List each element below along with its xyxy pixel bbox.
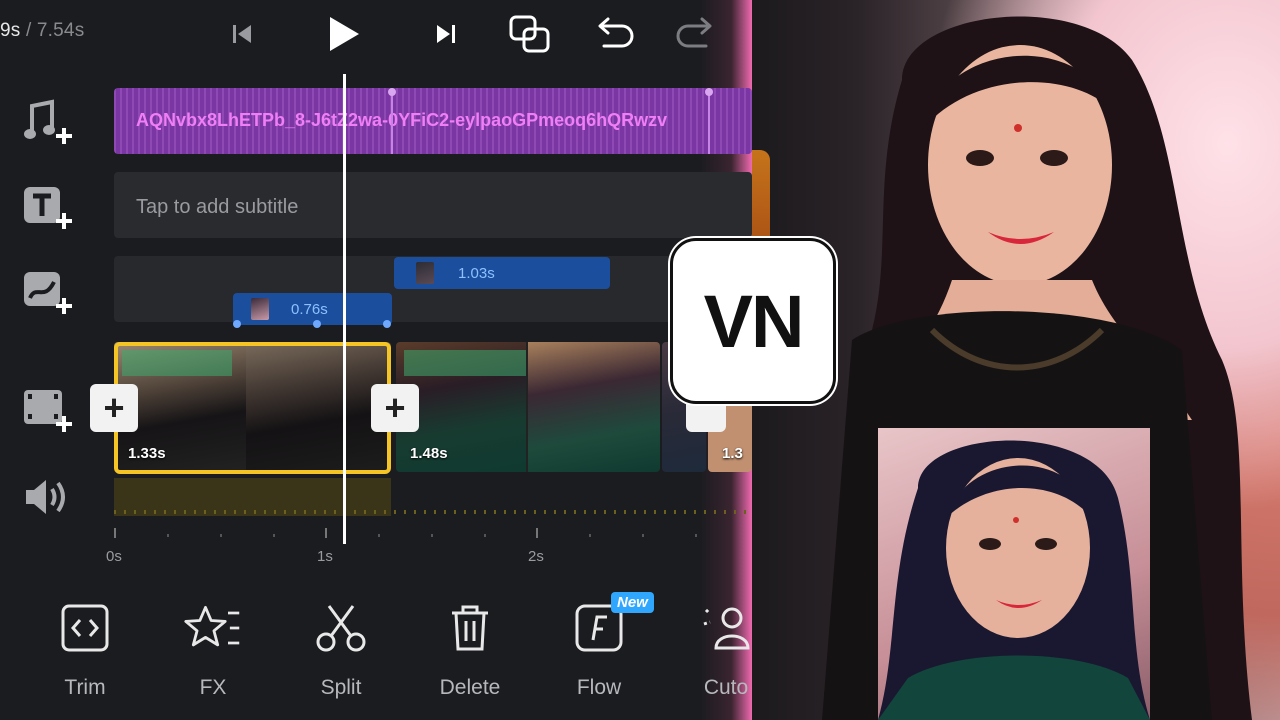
tool-label: Delete [439, 676, 501, 699]
add-text-button[interactable] [22, 183, 76, 233]
portrait-illustration [878, 440, 1150, 720]
skip-previous-icon [233, 25, 251, 43]
ruler-label: 1s [317, 548, 333, 565]
ruler-tick [220, 534, 222, 537]
audio-level-line [114, 510, 752, 514]
undo-button[interactable] [592, 12, 636, 56]
timeline-ruler[interactable] [114, 520, 752, 544]
transition-tag [404, 350, 526, 376]
overlay-clip[interactable]: 0.76s [233, 293, 392, 328]
overlay-add-icon [24, 272, 72, 314]
ruler-tick [642, 534, 644, 537]
tool-label: Flow [576, 676, 622, 699]
overlay-handle[interactable] [233, 320, 241, 328]
cutout-tool[interactable]: Cuto [676, 598, 752, 708]
subtitle-track[interactable]: Tap to add subtitle [114, 172, 752, 238]
editor-panel: 9s / 7.54s AQNvbx8LhETPb_8-J6tZ2wa-0YFiC… [0, 0, 752, 720]
playhead[interactable] [343, 74, 346, 544]
play-icon [330, 17, 359, 51]
scissors-icon [316, 605, 366, 652]
tool-label: Trim [64, 676, 106, 699]
cutout-icon [703, 606, 750, 650]
time-display: 9s / 7.54s [0, 20, 84, 42]
inset-photo [878, 428, 1150, 720]
top-toolbar: 9s / 7.54s [0, 0, 752, 70]
vn-app-logo: VN [670, 238, 836, 404]
ruler-tick [273, 534, 275, 537]
skip-next-button[interactable] [424, 12, 468, 56]
delete-tool[interactable]: Delete [420, 598, 520, 708]
total-time: / 7.54s [25, 20, 85, 41]
overlay-handle[interactable] [383, 320, 391, 328]
add-transition-button[interactable]: + [371, 384, 419, 432]
overlay-thumbnail [416, 262, 434, 284]
text-add-icon [24, 187, 72, 229]
ruler-tick [536, 528, 538, 538]
volume-button[interactable] [22, 474, 76, 524]
new-badge: New [611, 592, 654, 613]
overlay-thumbnail [251, 298, 269, 320]
ruler-label: 2s [528, 548, 544, 565]
undo-icon [598, 17, 634, 48]
tool-label: FX [199, 676, 227, 699]
music-clip-name: AQNvbx8LhETPb_8-J6tZ2wa-0YFiC2-eylpaoGPm… [136, 110, 668, 130]
music-beat-marker[interactable] [705, 88, 713, 154]
plus-icon: + [384, 387, 406, 428]
selected-clip-border [114, 342, 391, 474]
overlay-keyframe[interactable] [313, 320, 321, 328]
video-clip[interactable]: 1.48s [396, 342, 660, 472]
ruler-tick [695, 534, 697, 537]
ruler-tick [378, 534, 380, 537]
add-overlay-button[interactable] [22, 268, 76, 318]
tool-label: Cuto [703, 676, 749, 699]
tool-label: Split [320, 676, 362, 699]
flow-tool[interactable]: Flow [549, 598, 649, 708]
fx-star-icon [184, 605, 240, 647]
ruler-tick [589, 534, 591, 537]
add-transition-button[interactable]: + [90, 384, 138, 432]
subtitle-placeholder: Tap to add subtitle [136, 196, 299, 218]
compare-icon [509, 15, 550, 53]
ruler-tick [325, 528, 327, 538]
skip-previous-button[interactable] [220, 12, 264, 56]
ruler-label: 0s [106, 548, 122, 565]
music-beat-marker[interactable] [388, 88, 396, 154]
video-add-icon [24, 390, 72, 432]
skip-next-icon [437, 25, 455, 43]
overlay-clip-duration: 0.76s [291, 300, 328, 318]
clip-thumbnail [528, 342, 660, 472]
add-music-button[interactable] [22, 98, 76, 148]
ruler-tick [484, 534, 486, 537]
music-add-icon [24, 99, 72, 144]
compare-button[interactable] [508, 12, 552, 56]
music-clip[interactable]: AQNvbx8LhETPb_8-J6tZ2wa-0YFiC2-eylpaoGPm… [114, 88, 752, 154]
ruler-tick [167, 534, 169, 537]
trash-icon [452, 605, 488, 651]
volume-icon [26, 480, 65, 514]
clip-duration: 1.48s [410, 445, 448, 462]
ruler-tick [431, 534, 433, 537]
split-tool[interactable]: Split [291, 598, 391, 708]
redo-button[interactable] [674, 12, 718, 56]
redo-icon [676, 17, 712, 48]
add-video-button[interactable] [22, 386, 76, 436]
current-time: 9s [0, 20, 21, 41]
trim-tool[interactable]: Trim [35, 598, 135, 708]
overlay-clip-duration: 1.03s [458, 264, 495, 282]
play-button[interactable] [322, 12, 366, 56]
trim-icon [61, 604, 109, 652]
clip-duration: 1.3 [722, 445, 743, 462]
overlay-clip[interactable]: 1.03s [394, 257, 610, 289]
vn-logo-text: VN [703, 279, 805, 363]
fx-tool[interactable]: FX [163, 598, 263, 708]
plus-icon: + [103, 387, 125, 428]
ruler-tick [114, 528, 116, 538]
